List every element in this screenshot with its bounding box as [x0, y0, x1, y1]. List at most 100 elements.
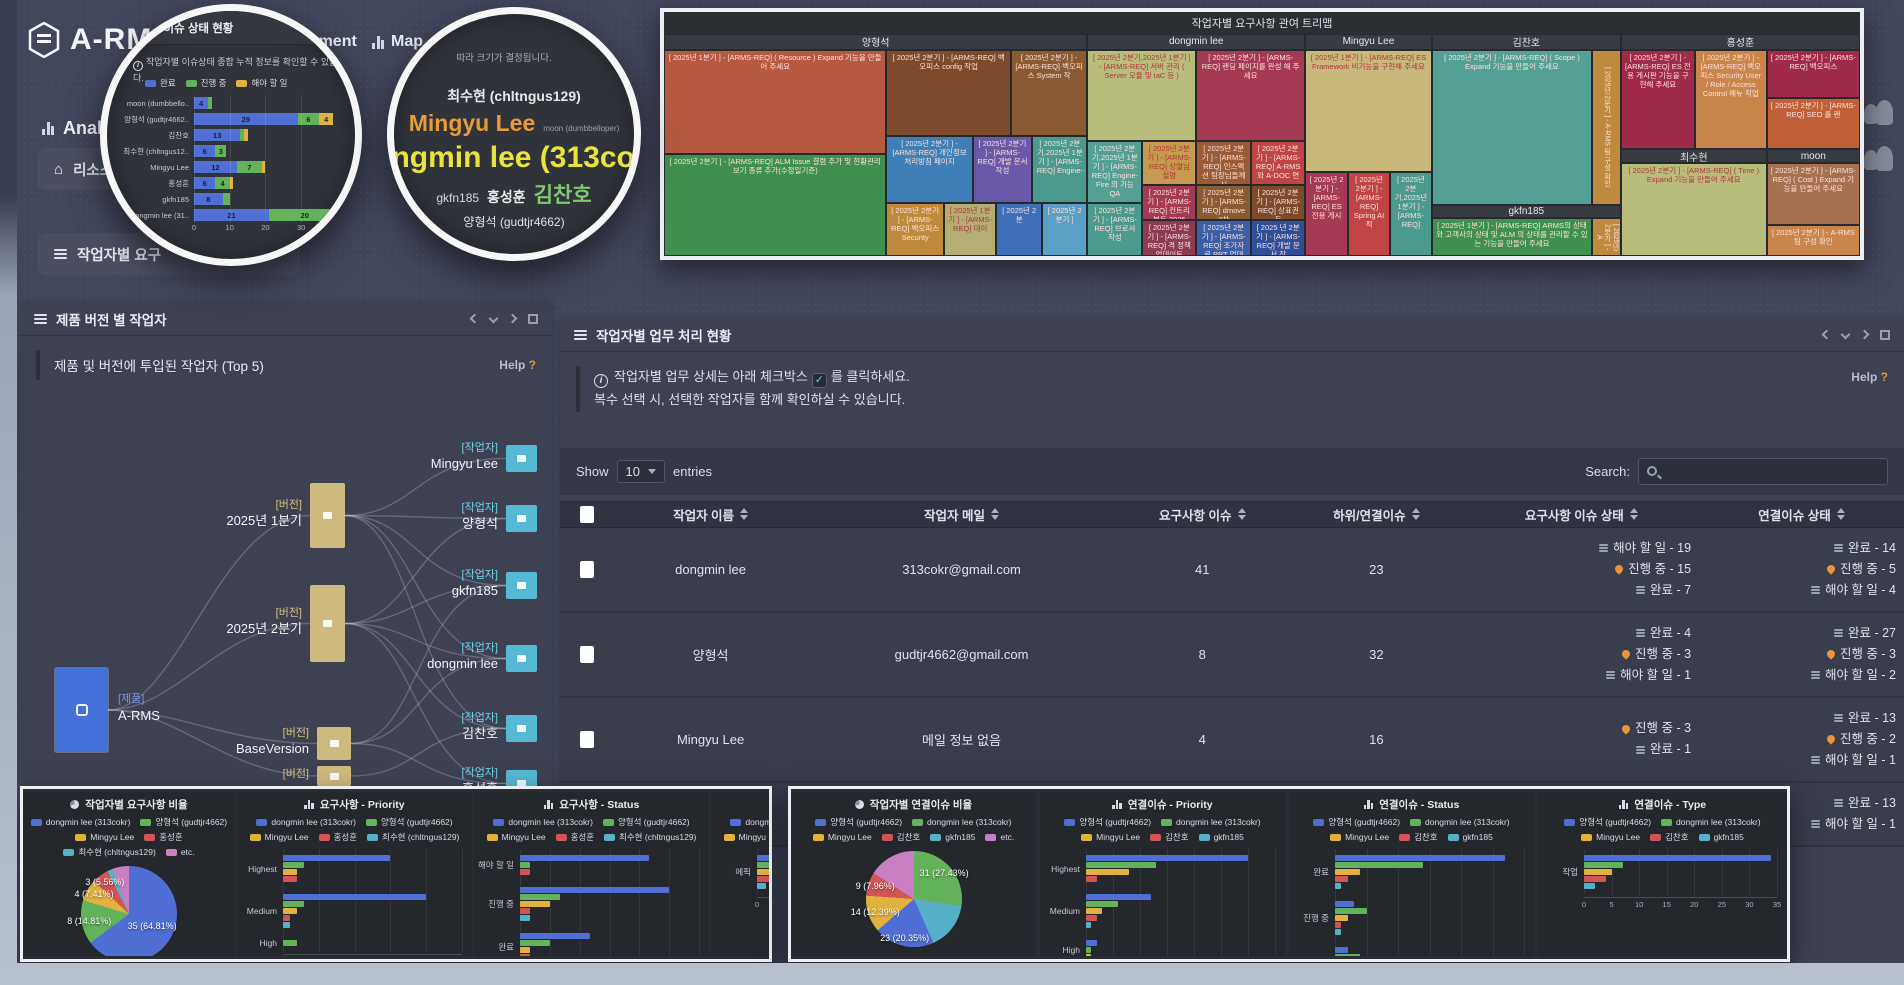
- worker-name-cell[interactable]: Mingyu Lee: [613, 697, 808, 782]
- treemap-cell[interactable]: [ 2025년 2분기 ] - [ARMS-REQ] ( Cost ) Expa…: [1767, 163, 1860, 225]
- help-button[interactable]: Help ?: [1851, 370, 1888, 384]
- bar-chart-subpanel: 연결이슈 - Status양형석 (gudtjr4662)dongmin lee…: [1289, 792, 1534, 956]
- row-checkbox[interactable]: [580, 731, 594, 748]
- treemap-cell[interactable]: [ 2025년 2분기 ] - [ARMS-REQ] 백오피스 config 작…: [886, 50, 1010, 137]
- collapse-right-icon[interactable]: [1860, 330, 1870, 340]
- treemap-cell[interactable]: [ 2025년 2분기 ] - [ARMS-REQ] ( Scope ) Exp…: [1432, 50, 1592, 205]
- collapse-down-icon[interactable]: [1841, 330, 1851, 340]
- treemap-cell[interactable]: [ 2025년 2분기 ] - [ARMS-REQ] 개발 문서 작성: [973, 136, 1033, 203]
- network-node-product[interactable]: [55, 668, 108, 752]
- treemap-cell[interactable]: [ 2025년 2분기 ] - [ARMS-REQ] 인스펙션 팀장님들께 시: [1196, 141, 1251, 185]
- bar-group: High: [1086, 934, 1275, 956]
- treemap-cell[interactable]: [ 2025년 2분기 ] - [ARMS-REQ] 상열님 설명: [1142, 141, 1196, 185]
- network-node-worker[interactable]: [506, 715, 537, 742]
- treemap-cell[interactable]: [ 2025년 2분기 ] - [ARMS-REQ] Spring AI 적: [1348, 172, 1390, 256]
- collapse-right-icon[interactable]: [508, 314, 518, 324]
- sort-icon[interactable]: [1630, 508, 1638, 520]
- table-row[interactable]: Mingyu Lee메일 정보 없음416진행 중 - 3완료 - 1완료 - …: [560, 697, 1904, 782]
- fullscreen-icon[interactable]: [1880, 330, 1890, 340]
- sort-icon[interactable]: [1412, 508, 1420, 520]
- treemap-cell[interactable]: [ 2025년 2분기 ] - [ARMS-REQ] 랜딩 페이지를 완성 해 …: [1196, 50, 1305, 141]
- sort-icon[interactable]: [1238, 508, 1246, 520]
- treemap-cell[interactable]: [ 2025년 2분기 ] - [ARMS-REQ] A-RMS 와 A-DOC…: [1251, 141, 1305, 185]
- row-checkbox[interactable]: [580, 646, 594, 663]
- status-cell: 완료 - 27진행 중 - 3해야 할 일 - 2: [1699, 612, 1904, 697]
- treemap-cell[interactable]: [ 2025년 2분기 ] - [ARMS-REQ] ES 전용 게시판 기능을…: [1621, 50, 1695, 150]
- search-input[interactable]: [1638, 458, 1888, 485]
- treemap-cell[interactable]: [ 2025년 2분기 ] - [ARMS-REQ] 백오피스: [1767, 50, 1860, 99]
- treemap-cell[interactable]: [ 2025년 2분기 ] - A-RMS 팀 구성 확인: [1767, 225, 1860, 256]
- table-row[interactable]: dongmin lee313cokr@gmail.com4123해야 할 일 -…: [560, 527, 1904, 612]
- network-node-worker[interactable]: [506, 505, 537, 532]
- treemap-cell[interactable]: [ 2025년 2분기 ] - [ARMS-REQ] ( Time ) Expa…: [1621, 163, 1767, 256]
- chart-x-axis: 0102030: [194, 223, 347, 235]
- treemap-cell[interactable]: [ 2025년 2분기 ] - [ARMS-REQ] 상표권 등: [1251, 185, 1305, 221]
- nav-map[interactable]: Map: [372, 33, 423, 51]
- treemap-cell[interactable]: [ 2025년 2분기 ] - [ARMS-REQ] 개인정보처리방침 페이지: [886, 136, 972, 203]
- fullscreen-icon[interactable]: [528, 314, 538, 324]
- worker-name-cell[interactable]: 양형석: [613, 612, 808, 697]
- table-header-1[interactable]: 작업자 메일: [808, 501, 1115, 527]
- treemap-cell[interactable]: [ 2025년 2분기 ] - [ARMS-REQ] 조가자료 PPT 업데: [1196, 220, 1251, 256]
- table-header-5[interactable]: 연결이슈 상태: [1699, 501, 1904, 527]
- treemap-cell[interactable]: [ 2025년 2분기,2025년 1분기 ] - [ARMS-REQ] Eng…: [1032, 136, 1087, 203]
- legend-item: 양형석 (gudtjr4662): [1313, 816, 1400, 828]
- sort-icon[interactable]: [991, 508, 999, 520]
- chart-row: dongmin lee (31..2120: [119, 207, 347, 223]
- treemap-cell[interactable]: [ 2025년 2분기 ]: [1042, 203, 1087, 256]
- treemap-cell[interactable]: [ 2025년 2분기 ] - [ARMS-REQ] 컨트리뷰트 2025 Op…: [1142, 185, 1196, 221]
- treemap-cell[interactable]: [ 2025년 2분기 ] - [ARMS-REQ] 백오피스 Security…: [1695, 50, 1767, 150]
- table-header-0[interactable]: 작업자 이름: [613, 501, 808, 527]
- treemap-cell[interactable]: [ 2025년 2분기 ] - [ARMS-REQ] 백오피스 Security: [886, 203, 943, 256]
- treemap-cell[interactable]: [ 2025년 1분기 ] - [ARMS-REQ] ( Resource ) …: [664, 50, 886, 154]
- treemap-cell[interactable]: [ 2025년 2분: [996, 203, 1041, 256]
- bar: [1335, 947, 1348, 953]
- treemap-cell[interactable]: [ 2025년 2분기 ] - [ARMS-REQ] 격 정책 업데이트: [1142, 220, 1196, 256]
- treemap-cell[interactable]: [ 2025년 2분기 ] - [ARMS-REQ] ES 전용 게시: [1305, 172, 1348, 256]
- collapse-left-icon[interactable]: [1822, 330, 1832, 340]
- worker-node-icon: [517, 655, 526, 662]
- todo-icon: [1811, 671, 1820, 679]
- treemap-cell[interactable]: [ 2025년 2분기 ] - A: [1592, 218, 1621, 256]
- treemap-cell[interactable]: [ 2025년 2분기 ] - [ARMS-REQ] ALM Issue 결렴 …: [664, 154, 886, 256]
- treemap-cell[interactable]: [ 2025년 1분기 ] - [ARMS-REQ] ES Framework …: [1305, 50, 1432, 172]
- column-label: 작업자 메일: [924, 505, 999, 524]
- page-size-select[interactable]: 10: [617, 460, 665, 483]
- treemap-cell[interactable]: [ 2025년 2분기 ] - [ARMS-REQ] 브로셔 작성: [1087, 203, 1142, 256]
- treemap-cell[interactable]: [ 2025년 2분기 ] - [ARMS-REQ] SEO 를 랜: [1767, 98, 1860, 149]
- column-label: 연결이슈 상태: [1758, 505, 1844, 524]
- worker-name-cell[interactable]: dongmin lee: [613, 527, 808, 612]
- bar: [757, 883, 766, 889]
- network-node-worker[interactable]: [506, 572, 537, 599]
- treemap-cell[interactable]: [ 2025년 2분기 ] - A-RMS 팀 구성 확인: [1592, 50, 1621, 205]
- network-node-worker[interactable]: [506, 445, 537, 472]
- bar-chart-title: 요구사항 - Priority: [237, 792, 472, 812]
- treemap-cell[interactable]: [ 2025년 2분기,2025년 1분기 ] - [ARMS-REQ] Eng…: [1087, 141, 1142, 203]
- treemap-cell[interactable]: [ 2025년 1분기 ] - [ARMS-REQ] 데이: [944, 203, 997, 256]
- chart-icon: [1112, 800, 1122, 809]
- table-header-4[interactable]: 요구사항 이슈 상태: [1463, 501, 1699, 527]
- collapse-down-icon[interactable]: [489, 314, 499, 324]
- row-checkbox[interactable]: [580, 561, 594, 578]
- table-row[interactable]: 양형석gudtjr4662@gmail.com832완료 - 4진행 중 - 3…: [560, 612, 1904, 697]
- bar-group: 해야 할 일: [520, 849, 699, 881]
- sort-icon[interactable]: [1837, 508, 1845, 520]
- table-header-2[interactable]: 요구사항 이슈: [1115, 501, 1289, 527]
- treemap-cell[interactable]: [ 2025년 2분기,2025년 1분기 ] - [ARMS-REQ]: [1390, 172, 1432, 256]
- treemap-cell[interactable]: [ 2025 년 2분기 ] - [ARMS-REQ] 개발 문서 작: [1251, 220, 1305, 256]
- network-node-label: [작업자]gkfn185: [338, 568, 498, 600]
- treemap-cell[interactable]: [ 2025년 2분기 ] - [ARMS-REQ] dmove 2차: [1196, 185, 1251, 221]
- help-button[interactable]: Help ?: [499, 358, 536, 372]
- treemap-cell[interactable]: [ 2025년 2분기 ] - [ARMS-REQ] 백오피스 System 작: [1011, 50, 1088, 137]
- treemap-cell[interactable]: [ 2025년 1분기 ] - [ARMS-REQ] ARMS의 상태와 고객사…: [1432, 218, 1592, 256]
- chart-row-bar: 4: [194, 97, 212, 109]
- header-checkbox[interactable]: [580, 506, 594, 523]
- table-header-3[interactable]: 하위/연결이슈: [1289, 501, 1463, 527]
- legend-item: 양형석 (gudtjr4662): [603, 816, 690, 828]
- table-header-checkbox[interactable]: [560, 501, 613, 527]
- network-node-worker[interactable]: [506, 645, 537, 672]
- treemap-cell[interactable]: [ 2025년 2분기,2025년 1분기 ] - [ARMS-REQ] 서버 …: [1087, 50, 1196, 141]
- sort-icon[interactable]: [740, 508, 748, 520]
- collapse-left-icon[interactable]: [470, 314, 480, 324]
- bar-group: High: [283, 934, 462, 952]
